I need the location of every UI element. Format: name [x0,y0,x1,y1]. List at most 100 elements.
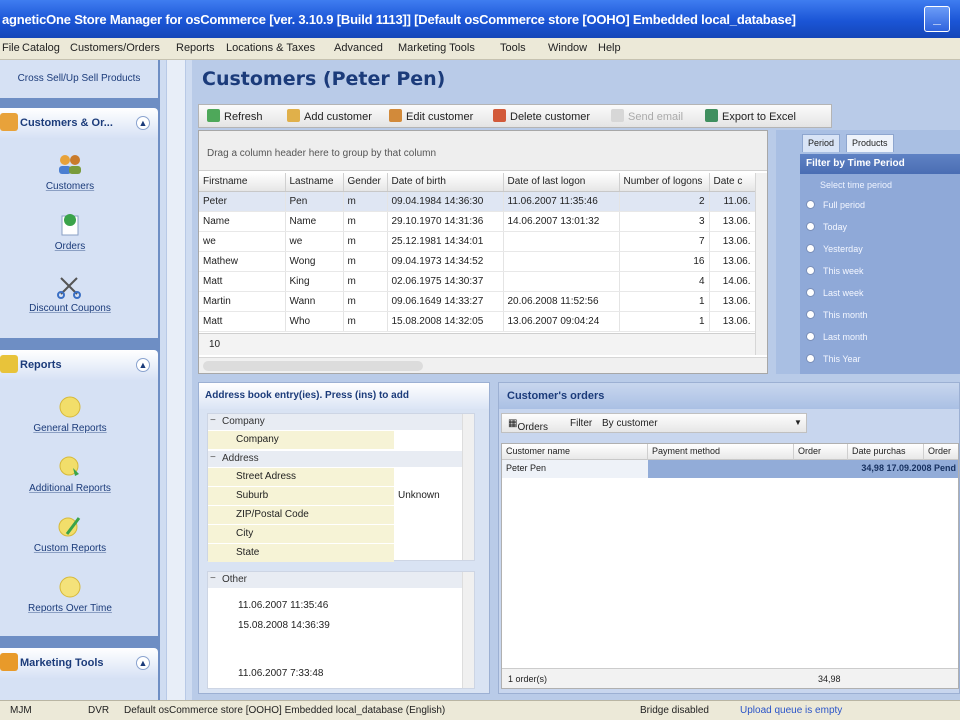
send-email-button[interactable]: Send email [611,109,683,123]
table-row[interactable]: Matt Who m 15.08.2008 14:32:05 13.06.2007 09… [199,311,756,332]
add-customer-button[interactable]: Add customer [287,109,372,123]
column-header-order-status[interactable]: Order [924,444,958,460]
table-cell: 25.12.1981 14:34:01 [387,231,504,252]
scrollbar-thumb[interactable] [203,361,423,371]
column-header-number-of-logons[interactable]: Number of logons [619,173,710,192]
table-row[interactable]: Name Name m 29.10.1970 14:31:36 14.06.2007 1… [199,211,756,232]
table-cell [503,271,620,292]
orders-grid[interactable]: Customer name Payment method Order Date … [501,443,959,689]
sidebar-item-customers[interactable]: Customers [0,152,140,192]
table-cell: Pen [285,191,344,212]
table-row[interactable]: we we m 25.12.1981 14:34:01 7 13.06. [199,231,756,252]
property-row[interactable]: Suburb Unknown [208,487,474,505]
sidebar-section-customers-header[interactable]: Customers & Or... ▲ [0,108,158,138]
menu-marketing-tools[interactable]: Marketing Tools [398,42,475,54]
column-header-gender[interactable]: Gender [343,173,388,192]
tab-period[interactable]: Period [802,134,841,152]
column-header-customer-name[interactable]: Customer name [502,444,648,460]
filter-option-radio[interactable]: Last month [806,332,868,342]
property-category-address[interactable]: Address [208,451,474,467]
sidebar-item-orders[interactable]: Orders [0,212,140,252]
sidebar-scroll-track[interactable] [166,60,186,700]
other-property-grid[interactable]: Other 11.06.2007 11:35:46 15.08.2008 14:… [207,571,475,689]
menu-help[interactable]: Help [598,42,621,54]
group-by-area[interactable]: Drag a column header here to group by th… [199,131,767,171]
orders-toolbar: ▦ Orders Filter By customer ▼ [501,413,807,433]
grid-vertical-scrollbar[interactable] [755,173,767,355]
collapse-chevron-icon[interactable]: ▲ [136,358,150,372]
menu-advanced[interactable]: Advanced [334,42,383,54]
filter-option-radio[interactable]: Today [806,222,847,232]
customers-grid[interactable]: Drag a column header here to group by th… [198,130,768,374]
sidebar-item-reports-over-time[interactable]: Reports Over Time [0,574,140,614]
address-book-panel: Address book entry(ies). Press (ins) to … [198,382,490,694]
sidebar-section-marketing-header[interactable]: Marketing Tools ▲ [0,648,158,678]
table-row[interactable]: Peter Pen m 09.04.1984 14:36:30 11.06.2007 1… [199,191,756,212]
property-row-company[interactable]: Company [208,431,474,449]
sidebar-item-general-reports[interactable]: General Reports [0,394,140,434]
menu-reports[interactable]: Reports [176,42,215,54]
export-excel-button[interactable]: Export to Excel [705,109,796,123]
column-header-order[interactable]: Order [794,444,848,460]
column-header-date-created[interactable]: Date c [709,173,756,192]
menu-tools[interactable]: Tools [500,42,526,54]
other-grid-scrollbar[interactable] [462,572,474,688]
tab-products[interactable]: Products [846,134,894,152]
sidebar-item-cross-sell[interactable]: Cross Sell/Up Sell Products [0,70,158,84]
edit-customer-button[interactable]: Edit customer [389,109,473,123]
status-memory: MJM [10,705,32,716]
filter-option-radio[interactable]: Full period [806,200,865,210]
collapse-chevron-icon[interactable]: ▲ [136,116,150,130]
column-header-last-logon[interactable]: Date of last logon [503,173,620,192]
table-row[interactable]: Mathew Wong m 09.04.1973 14:34:52 16 13.06. [199,251,756,272]
filter-option-radio[interactable]: This week [806,266,864,276]
sidebar-section-reports-header[interactable]: Reports ▲ [0,350,158,380]
column-header-date-of-birth[interactable]: Date of birth [387,173,504,192]
address-property-grid[interactable]: Company Company Address Street AdressSub… [207,413,475,562]
property-row[interactable]: State [208,544,474,562]
filter-option-radio[interactable]: This month [806,310,868,320]
grid-horizontal-scrollbar[interactable] [199,357,767,373]
property-row[interactable]: Street Adress [208,468,474,486]
orders-button[interactable]: ▦ Orders [508,418,548,433]
delete-customer-button[interactable]: Delete customer [493,109,590,123]
table-header-row: Firstname Lastname Gender Date of birth … [199,173,756,192]
sidebar-item-custom-reports[interactable]: Custom Reports [0,514,140,554]
property-category-other[interactable]: Other [208,572,474,588]
table-cell: Wann [285,291,344,312]
filter-select[interactable]: By customer [602,418,658,429]
column-header-date-purchased[interactable]: Date purchas [848,444,924,460]
chevron-down-icon[interactable]: ▼ [794,418,802,427]
property-row[interactable]: City [208,525,474,543]
menu-file[interactable]: File [2,42,20,54]
orders-count: 1 order(s) [508,674,548,684]
filter-option-radio[interactable]: Yesterday [806,244,863,254]
menu-window[interactable]: Window [548,42,587,54]
table-cell: 11.06. [709,191,756,212]
menu-customers-orders[interactable]: Customers/Orders [70,42,160,54]
table-row[interactable]: Matt King m 02.06.1975 14:30:37 4 14.06. [199,271,756,292]
sidebar-item-discount-coupons[interactable]: Discount Coupons [0,274,140,314]
refresh-button[interactable]: Refresh [207,109,263,123]
upload-queue-link[interactable]: Upload queue is empty [740,705,842,716]
property-grid-scrollbar[interactable] [462,414,474,560]
filter-option-radio[interactable]: This Year [806,354,861,364]
radio-icon [806,310,815,319]
filter-option-radio[interactable]: Last week [806,288,864,298]
property-row[interactable]: ZIP/Postal Code [208,506,474,524]
collapse-chevron-icon[interactable]: ▲ [136,656,150,670]
other-value-4: 11.06.2007 7:33:48 [238,668,324,679]
table-row[interactable]: Martin Wann m 09.06.1649 14:33:27 20.06.2008… [199,291,756,312]
column-header-lastname[interactable]: Lastname [285,173,344,192]
property-category-company[interactable]: Company [208,414,474,430]
menu-catalog[interactable]: Catalog [22,42,60,54]
table-cell: Who [285,311,344,332]
sidebar-splitter[interactable] [160,60,192,700]
minimize-button[interactable]: _ [924,6,950,32]
column-header-firstname[interactable]: Firstname [199,173,286,192]
sidebar-item-additional-reports[interactable]: Additional Reports [0,454,140,494]
table-cell: 3 [619,211,710,232]
column-header-payment-method[interactable]: Payment method [648,444,794,460]
table-row[interactable]: Peter Pen 34,98 17.09.2008 Pend [502,460,958,478]
menu-locations-taxes[interactable]: Locations & Taxes [226,42,315,54]
